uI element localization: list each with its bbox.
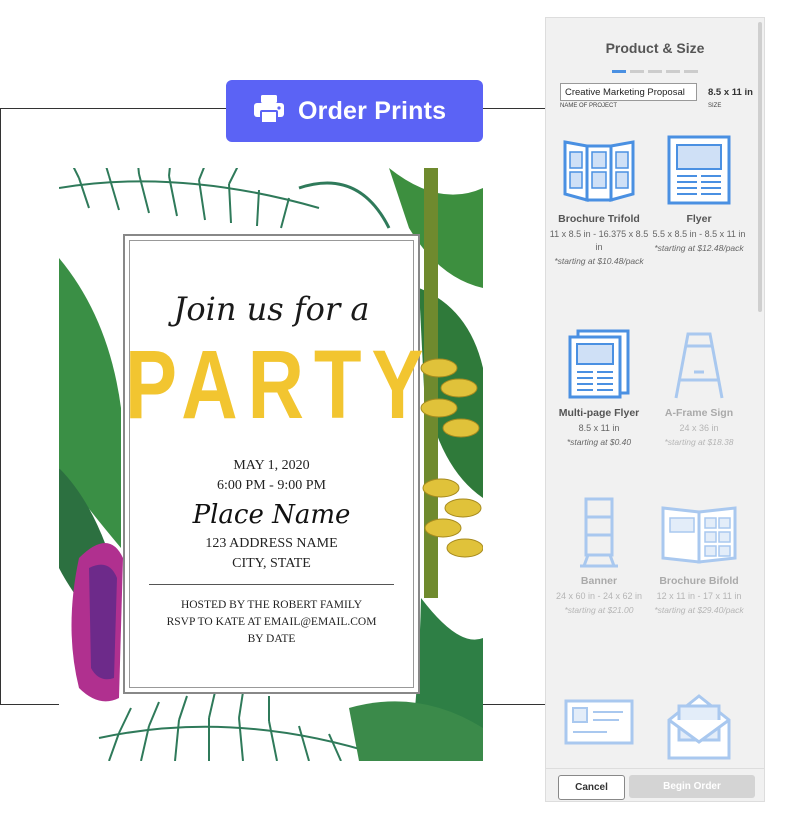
product-brochure-trifold[interactable]: Brochure Trifold 11 x 8.5 in - 16.375 x … <box>549 134 649 267</box>
event-address: 123 ADDRESS NAME <box>205 536 338 551</box>
product-banner[interactable]: Banner 24 x 60 in - 24 x 62 in *starting… <box>549 496 649 616</box>
project-name-input[interactable] <box>560 83 697 101</box>
project-name-caption: NAME OF PROJECT <box>560 103 618 109</box>
size-value[interactable]: 8.5 x 11 in <box>708 87 753 98</box>
product-name: Brochure Bifold <box>659 575 739 587</box>
step-3 <box>648 70 662 73</box>
step-4 <box>666 70 680 73</box>
step-2 <box>630 70 644 73</box>
product-name: Brochure Trifold <box>558 213 640 225</box>
cancel-button[interactable]: Cancel <box>558 775 625 800</box>
product-dims: 11 x 8.5 in - 16.375 x 8.5 in <box>549 229 649 252</box>
a-frame-sign-icon <box>674 332 724 399</box>
product-multi-page-flyer[interactable]: Multi-page Flyer 8.5 x 11 in *starting a… <box>549 328 649 448</box>
event-date: MAY 1, 2020 <box>233 458 310 473</box>
step-5 <box>684 70 698 73</box>
invitation-main-heading: PARTY <box>125 329 434 440</box>
product-dims: 8.5 x 11 in <box>578 423 620 433</box>
step-indicator <box>612 70 698 73</box>
product-price: *starting at $18.38 <box>664 437 734 447</box>
product-envelope[interactable] <box>649 690 749 762</box>
order-prints-label: Order Prints <box>298 96 447 125</box>
event-place: Place Name <box>192 500 351 530</box>
card-divider <box>149 584 394 585</box>
invitation-card: Join us for a PARTY MAY 1, 2020 6:00 PM … <box>123 234 434 694</box>
flyer-icon <box>667 135 731 205</box>
product-dims: 24 x 36 in <box>679 423 719 433</box>
step-1 <box>612 70 626 73</box>
envelope-icon <box>667 694 731 760</box>
printer-icon <box>252 93 286 130</box>
product-business-card[interactable] <box>549 698 649 746</box>
product-price: *starting at $12.48/pack <box>654 243 744 253</box>
panel-footer: Cancel Begin Order <box>546 768 764 801</box>
brochure-bifold-icon <box>661 506 737 564</box>
panel-title: Product & Size <box>605 40 705 56</box>
hosted-by-text: HOSTED BY THE ROBERT FAMILY <box>180 599 363 611</box>
product-price: *starting at $0.40 <box>566 437 632 447</box>
size-caption: SIZE <box>708 103 722 109</box>
product-dims: 24 x 60 in - 24 x 62 in <box>555 591 643 601</box>
begin-order-button[interactable]: Begin Order <box>629 775 755 798</box>
product-price: *starting at $10.48/pack <box>554 256 644 266</box>
product-size-panel: Product & Size NAME OF PROJECT 8.5 x 11 … <box>545 17 765 802</box>
banner-stand-icon <box>580 497 618 568</box>
product-a-frame-sign[interactable]: A-Frame Sign 24 x 36 in *starting at $18… <box>649 328 749 448</box>
product-name: Flyer <box>686 213 712 225</box>
product-name: Multi-page Flyer <box>558 407 640 419</box>
business-card-icon <box>564 699 634 745</box>
product-name: Banner <box>580 575 618 587</box>
product-dims: 5.5 x 8.5 in - 8.5 x 11 in <box>652 229 746 239</box>
product-brochure-bifold[interactable]: Brochure Bifold 12 x 11 in - 17 x 11 in … <box>649 496 749 616</box>
invitation-script-heading: Join us for a <box>173 290 370 328</box>
order-prints-button[interactable]: Order Prints <box>226 80 483 142</box>
product-flyer[interactable]: Flyer 5.5 x 8.5 in - 8.5 x 11 in *starti… <box>649 134 749 254</box>
event-time: 6:00 PM - 9:00 PM <box>217 478 326 493</box>
brochure-trifold-icon <box>563 140 635 202</box>
product-price: *starting at $21.00 <box>564 605 634 615</box>
product-dims: 12 x 11 in - 17 x 11 in <box>656 591 742 601</box>
panel-scrollbar[interactable] <box>758 22 762 312</box>
invitation-preview: Join us for a PARTY MAY 1, 2020 6:00 PM … <box>59 168 483 761</box>
product-name: A-Frame Sign <box>664 407 734 419</box>
rsvp-by-date: BY DATE <box>247 633 296 645</box>
event-city: CITY, STATE <box>232 556 311 571</box>
multi-page-flyer-icon <box>568 329 630 399</box>
product-price: *starting at $29.40/pack <box>654 605 744 615</box>
rsvp-text: RSVP TO KATE AT EMAIL@EMAIL.COM <box>166 616 377 628</box>
